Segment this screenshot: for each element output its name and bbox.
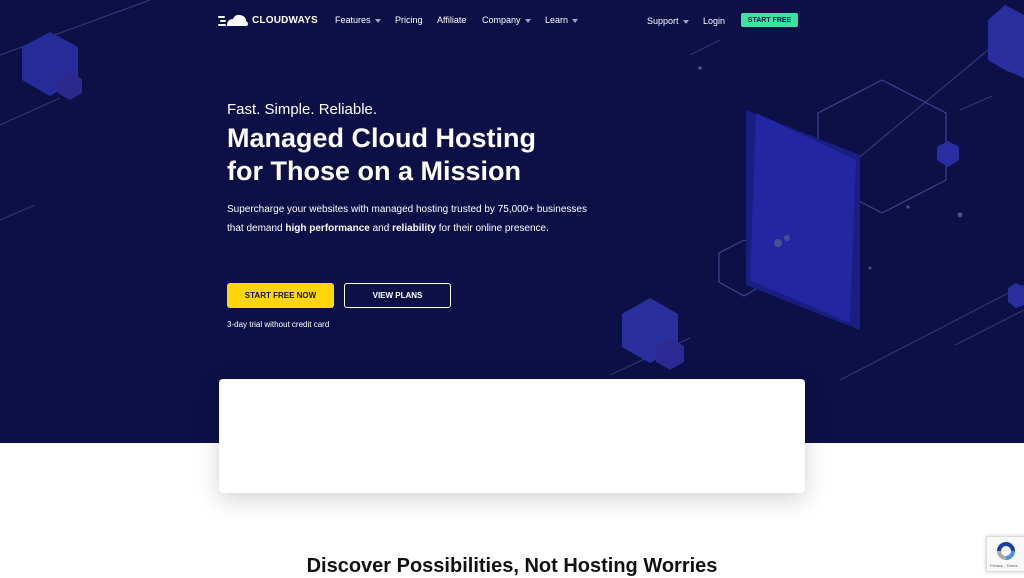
hero-headline: Managed Cloud Hosting for Those on a Mis… [227,122,536,188]
recaptcha-badge[interactable]: Privacy - Terms [986,536,1024,572]
desc-part-2: and [369,223,393,234]
cloud-logo-icon [218,14,248,26]
recaptcha-icon [997,542,1015,560]
recaptcha-terms[interactable]: Privacy - Terms [990,563,1017,568]
start-free-button[interactable]: START FREE [741,13,798,27]
nav-pricing-label: Pricing [395,15,423,25]
chevron-down-icon [572,18,579,23]
headline-line-2: for Those on a Mission [227,156,522,186]
view-plans-button[interactable]: VIEW PLANS [344,283,451,308]
chevron-down-icon [682,19,689,24]
nav-affiliate[interactable]: Affiliate [437,15,466,25]
section-title: Discover Possibilities, Not Hosting Worr… [306,555,718,577]
hero-tagline: Fast. Simple. Reliable. [227,101,378,118]
nav-pricing[interactable]: Pricing [395,15,423,25]
desc-bold-1: high performance [285,223,370,234]
chevron-down-icon [524,18,531,23]
nav-affiliate-label: Affiliate [437,15,467,25]
start-free-now-button[interactable]: START FREE NOW [227,283,334,308]
hero-overlay-card [219,379,805,493]
nav-company[interactable]: Company [482,15,531,25]
nav-login[interactable]: Login [703,16,725,26]
desc-part-3: for their online presence. [436,223,549,234]
nav-support[interactable]: Support [647,16,689,26]
top-navbar: CLOUDWAYS Features Pricing Affiliate Com… [0,0,1024,40]
nav-learn[interactable]: Learn [545,15,579,25]
trial-note: 3-day trial without credit card [227,320,330,329]
logo-text: CLOUDWAYS [252,14,318,26]
nav-support-label: Support [647,16,679,26]
hero-description: Supercharge your websites with managed h… [227,200,587,238]
headline-line-1: Managed Cloud Hosting [227,123,536,153]
nav-features[interactable]: Features [335,15,381,25]
chevron-down-icon [374,18,381,23]
nav-login-label: Login [703,16,726,26]
nav-company-label: Company [482,15,521,25]
hero-section: CLOUDWAYS Features Pricing Affiliate Com… [0,0,1024,443]
nav-features-label: Features [335,15,371,25]
nav-learn-label: Learn [545,15,569,25]
desc-bold-2: reliability [392,223,436,234]
cloudways-logo[interactable]: CLOUDWAYS [218,12,318,28]
